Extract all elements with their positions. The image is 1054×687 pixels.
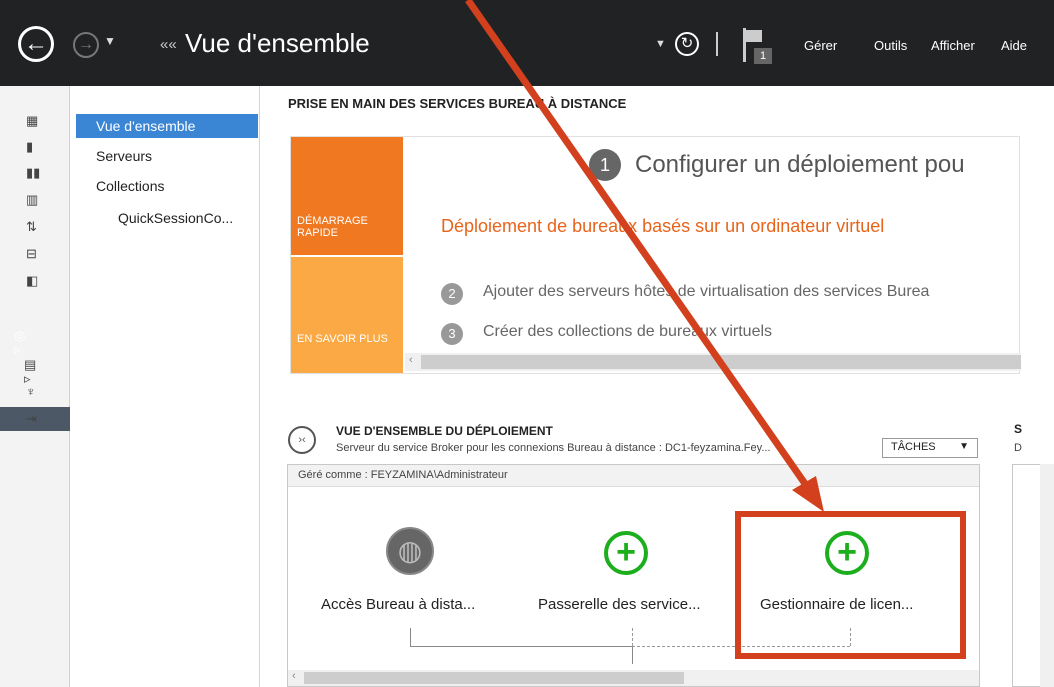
annotation-arrow xyxy=(465,0,824,512)
annotation-arrow-head xyxy=(792,476,824,512)
annotation-arrow-shaft xyxy=(465,0,811,491)
